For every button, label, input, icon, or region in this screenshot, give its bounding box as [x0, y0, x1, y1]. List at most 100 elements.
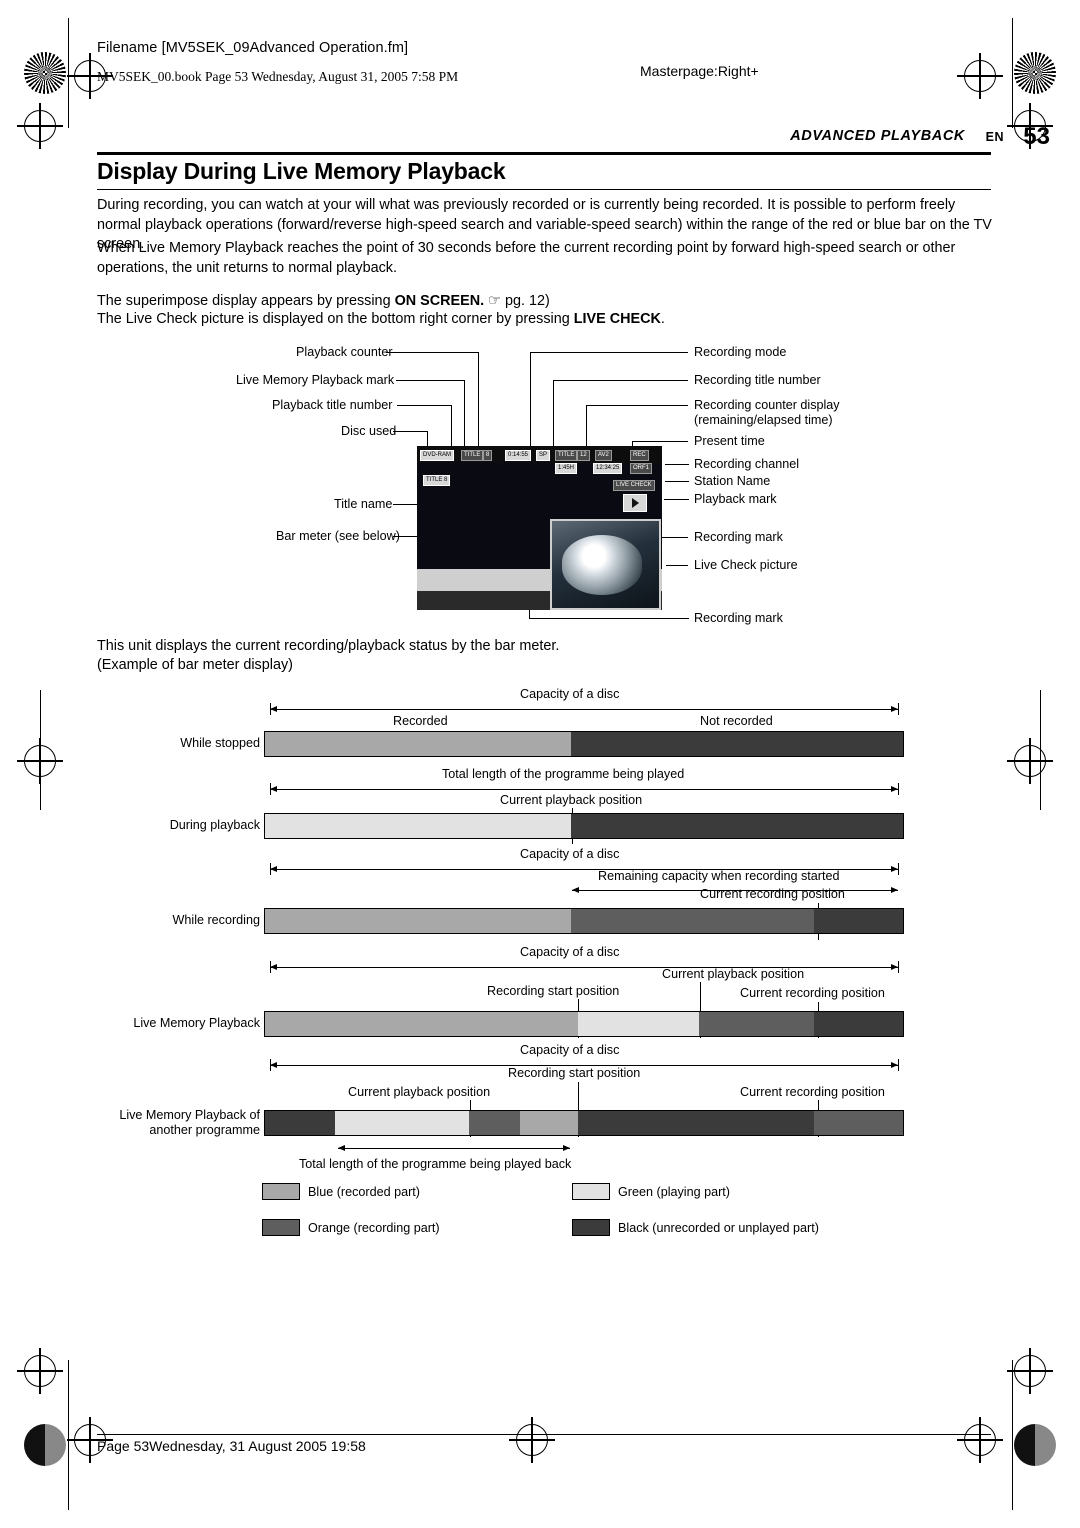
bar-segment-black-mid	[577, 1111, 814, 1135]
callout-live-check-picture: Live Check picture	[694, 558, 798, 572]
leader-recording-mark-2-h	[529, 618, 689, 619]
bar-segment-green	[577, 1012, 699, 1036]
leader-rec-counter-h	[586, 405, 688, 406]
bar-segment-blue	[520, 1111, 578, 1135]
callout-title-name: Title name	[334, 497, 393, 511]
osd-playback-counter: 0:14:55	[505, 450, 532, 461]
legend-label-green: Green (playing part)	[618, 1185, 730, 1199]
bar-segment-blue	[265, 1012, 578, 1036]
osd-playback-mark	[623, 494, 647, 512]
arrow-total-length-2	[338, 1145, 570, 1151]
crop-line-left-top	[68, 18, 69, 128]
crop-line-right-top	[1012, 18, 1013, 128]
tick-total-length-1-left	[270, 783, 271, 795]
callout-playback-mark: Playback mark	[694, 492, 777, 506]
leader-rec-title-h	[553, 380, 688, 381]
bar-segment-green	[265, 814, 572, 838]
page-number: 53	[1023, 123, 1050, 150]
callout-live-memory-playback-mark: Live Memory Playback mark	[236, 373, 395, 387]
bar-segment-black	[813, 1012, 903, 1036]
bar-segment-orange-mid	[469, 1111, 521, 1135]
live-check-picture	[550, 519, 661, 610]
registration-mark-bottom-center-right	[957, 1417, 1003, 1463]
footer-rule	[97, 1434, 991, 1435]
row-label-lmp-another-2: another programme	[149, 1123, 260, 1137]
bar-segment-black	[571, 732, 903, 756]
paragraph-3-a: The superimpose display appears by press…	[97, 293, 395, 309]
annot-current-recording-2: Current recording position	[740, 986, 885, 1000]
tick-capacity-1-left	[270, 703, 271, 715]
leader-lmp-mark-v	[464, 380, 465, 448]
leader-rec-title-v	[553, 380, 554, 448]
bar-during-playback	[264, 813, 904, 839]
paragraph-4-a: The Live Check picture is displayed on t…	[97, 311, 574, 327]
osd-rec-mode: SP	[536, 450, 551, 461]
legend-label-black: Black (unrecorded or unplayed part)	[618, 1221, 819, 1235]
leader-rec-channel	[665, 464, 689, 465]
registration-mark-left	[17, 103, 63, 149]
language-label: EN	[985, 130, 1004, 144]
annot-remaining-capacity: Remaining capacity when recording starte…	[598, 869, 840, 883]
annot-recorded: Recorded	[393, 714, 448, 728]
legend-swatch-black	[572, 1219, 610, 1236]
annot-total-length-2: Total length of the programme being play…	[299, 1157, 572, 1171]
crop-line-left-bottom	[68, 1360, 69, 1510]
leader-recording-mode-v	[530, 352, 531, 448]
leader-playback-mark	[664, 499, 689, 500]
document-page: Filename [MV5SEK_09Advanced Operation.fm…	[0, 0, 1080, 1528]
paragraph-3: The superimpose display appears by press…	[97, 292, 997, 312]
legend-label-orange: Orange (recording part)	[308, 1221, 440, 1235]
osd-live-check-mark: LIVE CHECK	[613, 480, 655, 491]
paragraph-2: When Live Memory Playback reaches the po…	[97, 240, 956, 276]
tick-capacity-4-left	[270, 1059, 271, 1071]
legend-swatch-blue	[262, 1183, 300, 1200]
bar-while-stopped	[264, 731, 904, 757]
osd-disc-type: DVD-RAM	[420, 450, 454, 461]
leader-rec-counter-v	[586, 405, 587, 448]
tick-capacity-3-right	[898, 961, 899, 973]
annot-current-playback-1: Current playback position	[500, 793, 643, 807]
annot-capacity-4: Capacity of a disc	[520, 1043, 620, 1057]
osd-playback-title-num: 8	[483, 450, 493, 461]
osd-rec-title-num: 12	[577, 450, 590, 461]
printer-halfdisc-mark-bottom-left	[24, 1424, 66, 1466]
leader-lmp-mark-h	[396, 380, 464, 381]
annot-capacity-3: Capacity of a disc	[520, 945, 620, 959]
bar-segment-green	[335, 1111, 470, 1135]
arrow-capacity-1	[270, 706, 898, 712]
annot-total-length-1: Total length of the programme being play…	[442, 767, 685, 781]
printer-sunburst-mark-top-right	[1014, 52, 1056, 94]
bar-segment-black	[571, 814, 903, 838]
crop-line-right-mid	[1040, 690, 1041, 810]
leader-playback-counter-h	[386, 352, 478, 353]
bar-meter-intro-2: (Example of bar meter display)	[97, 657, 293, 673]
live-check-cloud	[562, 535, 642, 595]
footer-text: Page 53Wednesday, 31 August 2005 19:58	[97, 1438, 366, 1454]
header-rule	[97, 152, 991, 155]
row-label-lmp-another-1: Live Memory Playback of	[119, 1108, 260, 1122]
tick-capacity-2-right	[898, 863, 899, 875]
osd-rec-title-label: TITLE	[555, 450, 578, 461]
leader-recording-mode-h	[530, 352, 688, 353]
header-book-line: MV5SEK_00.book Page 53 Wednesday, August…	[97, 69, 459, 84]
registration-mark-mid-right	[1007, 738, 1053, 784]
paragraph-3-bold: ON SCREEN.	[394, 293, 485, 309]
annot-current-recording-1: Current recording position	[700, 887, 845, 901]
callout-disc-used: Disc used	[341, 424, 397, 438]
callout-recording-mark-1: Recording mark	[694, 530, 783, 544]
tick-capacity-1-right	[898, 703, 899, 715]
annot-capacity-2: Capacity of a disc	[520, 847, 620, 861]
crop-line-right-bottom	[1012, 1360, 1013, 1510]
annot-current-recording-3: Current recording position	[740, 1085, 885, 1099]
annot-not-recorded: Not recorded	[700, 714, 773, 728]
callout-recording-counter-sub: (remaining/elapsed time)	[694, 413, 833, 427]
printer-sunburst-mark-top-left	[24, 52, 66, 94]
callout-present-time: Present time	[694, 434, 765, 448]
bar-while-recording	[264, 908, 904, 934]
arrow-total-length-1	[270, 786, 898, 792]
leader-playback-title-h	[397, 405, 451, 406]
legend-label-blue: Blue (recorded part)	[308, 1185, 420, 1199]
page-title: Display During Live Memory Playback	[97, 158, 506, 184]
callout-playback-counter: Playback counter	[296, 345, 393, 359]
paragraph-3-c: ☞ pg. 12)	[484, 293, 550, 309]
